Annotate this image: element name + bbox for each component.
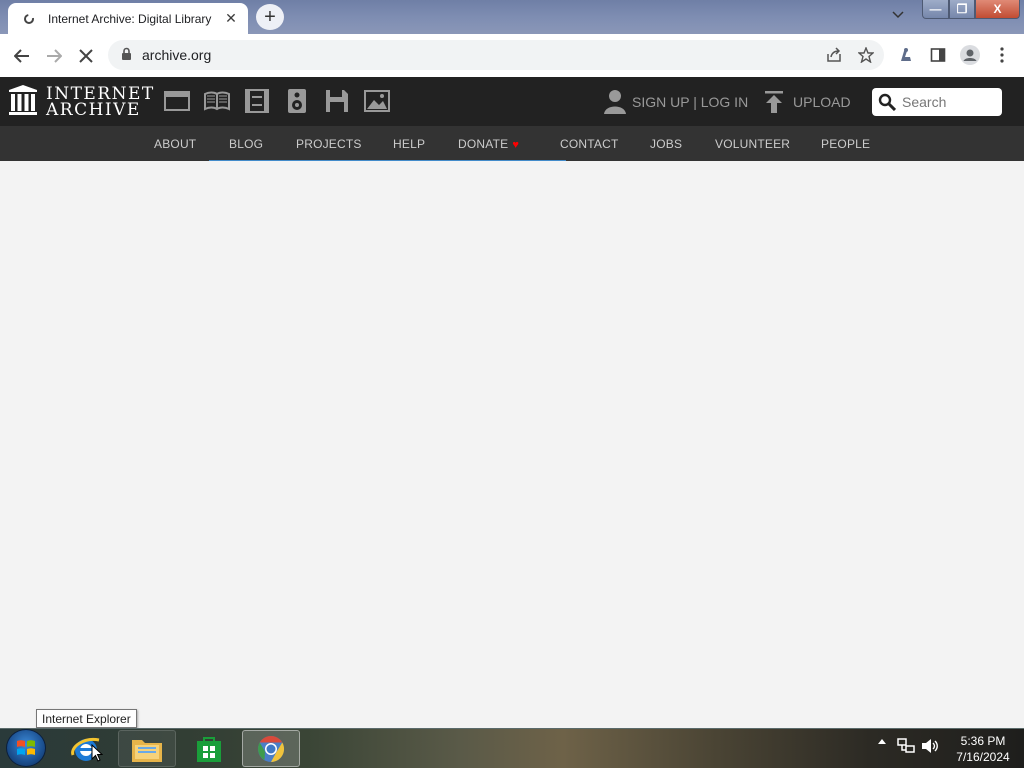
chrome-menu-icon[interactable]	[989, 42, 1015, 68]
new-tab-button[interactable]: +	[256, 4, 284, 30]
stop-loading-icon[interactable]	[73, 43, 99, 69]
clock-date: 7/16/2024	[956, 750, 1010, 764]
logo-text: INTERNET ARCHIVE	[46, 86, 155, 120]
window-close-button[interactable]: X	[975, 0, 1020, 19]
url-text[interactable]: archive.org	[142, 47, 211, 63]
lock-icon[interactable]	[121, 47, 133, 62]
volume-icon[interactable]	[920, 738, 940, 754]
bookmark-star-icon[interactable]	[853, 42, 879, 68]
nav-donate[interactable]: DONATE ♥	[458, 137, 519, 151]
mouse-cursor-icon	[91, 743, 104, 762]
tab-close-icon[interactable]: ✕	[222, 10, 240, 28]
taskbar-tooltip: Internet Explorer	[36, 709, 137, 728]
nav-blog[interactable]: BLOG	[229, 137, 263, 151]
ia-search-box[interactable]	[872, 88, 1002, 116]
profile-avatar-icon[interactable]	[957, 42, 983, 68]
side-panel-icon[interactable]	[925, 42, 951, 68]
extensions-icon[interactable]	[893, 42, 919, 68]
software-icon[interactable]	[323, 88, 351, 114]
nav-volunteer[interactable]: VOLUNTEER	[715, 137, 790, 151]
forward-arrow-icon[interactable]	[41, 43, 67, 69]
window-maximize-button[interactable]: ❐	[949, 0, 975, 19]
upload-label: UPLOAD	[793, 94, 851, 110]
share-icon[interactable]	[821, 42, 847, 68]
logo-line-2: ARCHIVE	[46, 100, 141, 120]
nav-help[interactable]: HELP	[393, 137, 425, 151]
nav-jobs[interactable]: JOBS	[650, 137, 682, 151]
user-icon	[604, 89, 626, 115]
nav-about[interactable]: ABOUT	[154, 137, 196, 151]
nav-projects[interactable]: PROJECTS	[296, 137, 362, 151]
upload-icon	[764, 90, 784, 114]
clock-time: 5:36 PM	[960, 734, 1006, 748]
tab-title: Internet Archive: Digital Library	[48, 11, 212, 26]
images-icon[interactable]	[363, 88, 391, 114]
search-icon	[878, 93, 896, 111]
search-input[interactable]	[902, 94, 998, 110]
archive-building-icon	[8, 84, 38, 121]
system-clock[interactable]: 5:36 PM 7/16/2024	[948, 733, 1018, 765]
start-button[interactable]	[6, 729, 46, 767]
address-bar[interactable]	[108, 40, 884, 70]
store-icon	[195, 735, 223, 763]
nav-people[interactable]: PEOPLE	[821, 137, 870, 151]
windows-logo-icon	[16, 738, 36, 758]
nav-donate-label: DONATE	[458, 137, 509, 151]
page-content-area	[0, 161, 1024, 728]
window-minimize-button[interactable]: —	[922, 0, 949, 19]
web-icon[interactable]	[163, 88, 191, 114]
tab-search-chevron-icon[interactable]	[889, 6, 907, 24]
taskbar-chrome[interactable]	[242, 730, 300, 767]
taskbar-store[interactable]	[180, 730, 238, 767]
internet-archive-favicon-icon	[22, 12, 36, 26]
upload-link[interactable]: UPLOAD	[764, 88, 851, 116]
texts-icon[interactable]	[203, 88, 231, 114]
taskbar-internet-explorer[interactable]	[57, 730, 115, 767]
heart-icon: ♥	[512, 139, 520, 151]
back-arrow-icon[interactable]	[9, 43, 35, 69]
file-explorer-icon	[131, 735, 163, 763]
nav-contact[interactable]: CONTACT	[560, 137, 619, 151]
sign-up-login-label: SIGN UP | LOG IN	[632, 94, 749, 110]
show-hidden-icons-icon[interactable]	[876, 738, 888, 744]
audio-icon[interactable]	[283, 88, 311, 114]
browser-tab-active[interactable]: Internet Archive: Digital Library ✕	[8, 3, 248, 34]
internet-archive-logo[interactable]: INTERNET ARCHIVE	[8, 84, 155, 120]
chrome-icon	[256, 734, 286, 764]
network-icon[interactable]	[896, 738, 916, 754]
taskbar-file-explorer[interactable]	[118, 730, 176, 767]
sign-up-login-link[interactable]: SIGN UP | LOG IN	[604, 88, 748, 116]
video-icon[interactable]	[243, 88, 271, 114]
